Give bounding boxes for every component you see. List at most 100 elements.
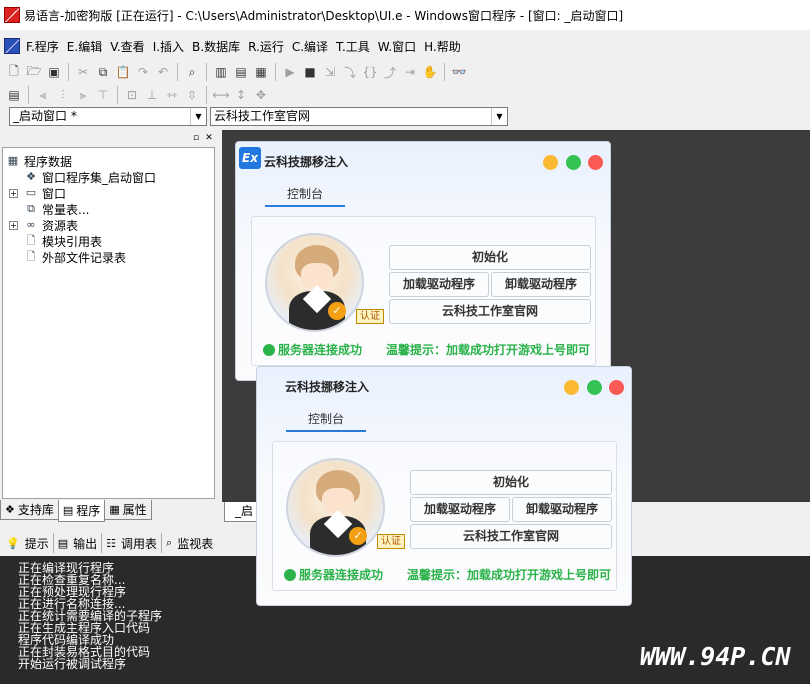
status-dot-icon [284,568,296,581]
menu-edit[interactable]: E.编辑 [63,38,106,55]
space-v-icon[interactable]: ⇳ [182,85,202,105]
output-panel-tabs: 💡 提示 ▤ 输出 ☷ 调用表 ⌕ 监视表 [0,532,300,554]
injector-window-back: Ex 云科技挪移注入 控制台 ✓ 认证 初始化 加载驱动程序 卸载驱动程序 云科… [235,141,611,381]
maximize-icon[interactable] [587,380,602,395]
same-width-icon[interactable]: ⟷ [211,85,231,105]
window-select-combo[interactable]: _启动窗口 * ▼ [9,107,207,126]
expand-icon[interactable]: + [9,221,18,230]
align-left-icon[interactable]: ⫷ [33,85,53,105]
align-right-icon[interactable]: ⫸ [73,85,93,105]
element-select-combo[interactable]: 云科技工作室官网 ▼ [210,107,508,126]
menu-program[interactable]: F.程序 [22,38,63,55]
minimize-icon[interactable] [543,155,558,170]
menu-database[interactable]: B.数据库 [188,38,244,55]
space-h-icon[interactable]: ⇿ [162,85,182,105]
menu-view[interactable]: V.查看 [106,38,148,55]
tab-program[interactable]: ▤ 程序 [57,500,106,522]
align-center-icon[interactable]: ⫶ [53,85,73,105]
new-file-icon[interactable]: 🗋 [4,62,24,82]
avatar [265,233,364,332]
tree-root[interactable]: ▦ 程序数据 [5,153,72,169]
undo-icon[interactable]: ↶ [153,62,173,82]
tab-properties[interactable]: ▦ 属性 [104,500,152,520]
menu-tools[interactable]: T.工具 [332,38,374,55]
properties-icon: ▦ [109,503,120,516]
redo-icon[interactable]: ↷ [133,62,153,82]
console-line: 开始运行被调试程序 [18,657,127,671]
step-over-icon[interactable]: {} [360,62,380,82]
close-icon[interactable] [609,380,624,395]
unload-driver-button[interactable]: 卸载驱动程序 [512,497,612,522]
tree-item-constants[interactable]: ⧉ 常量表... [23,201,89,217]
step-into-icon[interactable]: ⤵ [340,62,360,82]
copy-icon[interactable]: ⧉ [93,62,113,82]
menu-window[interactable]: W.窗口 [374,38,420,55]
constants-icon: ⧉ [27,202,35,215]
form-icon[interactable]: ▤ [4,85,24,105]
binoculars-icon[interactable]: 👓 [449,62,469,82]
find-icon[interactable]: ⌕ [182,62,202,82]
restore-icon[interactable]: ▫ [190,132,202,144]
layout-c-icon[interactable]: ▦ [251,62,271,82]
tab-console[interactable]: 控制台 [286,410,366,432]
open-folder-icon[interactable]: 🗁 [24,62,44,82]
window-titlebar: 易语言-加密狗版 [正在运行] - C:\Users\Administrator… [0,0,810,30]
app-logo-icon [4,7,20,23]
tab-hint[interactable]: 💡 提示 [2,533,54,553]
close-icon[interactable]: ✕ [203,132,215,144]
unload-driver-button[interactable]: 卸载驱动程序 [491,272,591,297]
tab-console[interactable]: 控制台 [265,185,345,207]
left-panel-header: ▫ ✕ [0,130,217,146]
minimize-icon[interactable] [564,380,579,395]
menu-run[interactable]: R.运行 [244,38,288,55]
close-icon[interactable] [588,155,603,170]
tree-item-resources[interactable]: ∞ 资源表 [23,217,78,233]
menu-compile[interactable]: C.编译 [288,38,332,55]
tree-item-window[interactable]: ▭ 窗口 [23,185,66,201]
tab-call-stack[interactable]: ☷ 调用表 [102,533,163,553]
toolbar-separator [28,86,29,104]
step-out-icon[interactable]: ⤴ [380,62,400,82]
run-icon[interactable]: ▶ [280,62,300,82]
align-bottom-icon[interactable]: ⊥ [142,85,162,105]
load-driver-button[interactable]: 加载驱动程序 [410,497,510,522]
same-size-icon[interactable]: ✥ [251,85,271,105]
layout-b-icon[interactable]: ▤ [231,62,251,82]
expand-icon[interactable]: + [9,189,18,198]
connection-status: 服务器连接成功 [284,566,383,583]
init-button[interactable]: 初始化 [410,470,612,495]
same-height-icon[interactable]: ↕ [231,85,251,105]
official-site-button[interactable]: 云科技工作室官网 [389,299,591,324]
site-watermark: WWW.94P.CN [640,642,791,671]
cut-icon[interactable]: ✂ [73,62,93,82]
maximize-icon[interactable] [566,155,581,170]
paste-icon[interactable]: 📋 [113,62,133,82]
tab-watch[interactable]: ⌕ 监视表 [162,533,217,553]
injector-title: 云科技挪移注入 [264,155,349,169]
window-title: 易语言-加密狗版 [正在运行] - C:\Users\Administrator… [24,8,624,23]
resources-icon: ∞ [26,218,36,231]
tree-item-external-files[interactable]: 🗋 外部文件记录表 [23,249,126,265]
tree-item-assembly[interactable]: ❖ 窗口程序集_启动窗口 [23,169,156,185]
menu-help[interactable]: H.帮助 [420,38,465,55]
element-select-value: 云科技工作室官网 [214,109,311,123]
save-icon[interactable]: ▣ [44,62,64,82]
layout-a-icon[interactable]: ▥ [211,62,231,82]
hand-icon[interactable]: ✋ [420,62,440,82]
document-menu-icon[interactable] [4,38,20,54]
load-driver-button[interactable]: 加载驱动程序 [389,272,489,297]
align-top-icon[interactable]: ⊤ [93,85,113,105]
chevron-down-icon[interactable]: ▼ [190,108,206,125]
official-site-button[interactable]: 云科技工作室官网 [410,524,612,549]
chevron-down-icon[interactable]: ▼ [491,108,507,125]
stop-icon[interactable]: ■ [300,62,320,82]
run-to-cursor-icon[interactable]: ⇥ [400,62,420,82]
assembly-icon: ❖ [26,170,36,183]
menu-insert[interactable]: I.插入 [149,38,188,55]
tree-item-modules[interactable]: 🗋 模块引用表 [23,233,102,249]
tab-output[interactable]: ▤ 输出 [54,533,103,553]
align-middle-icon[interactable]: ⊡ [122,85,142,105]
step-icon[interactable]: ⇲ [320,62,340,82]
init-button[interactable]: 初始化 [389,245,591,270]
tab-support-library[interactable]: ❖ 支持库 [0,500,59,520]
